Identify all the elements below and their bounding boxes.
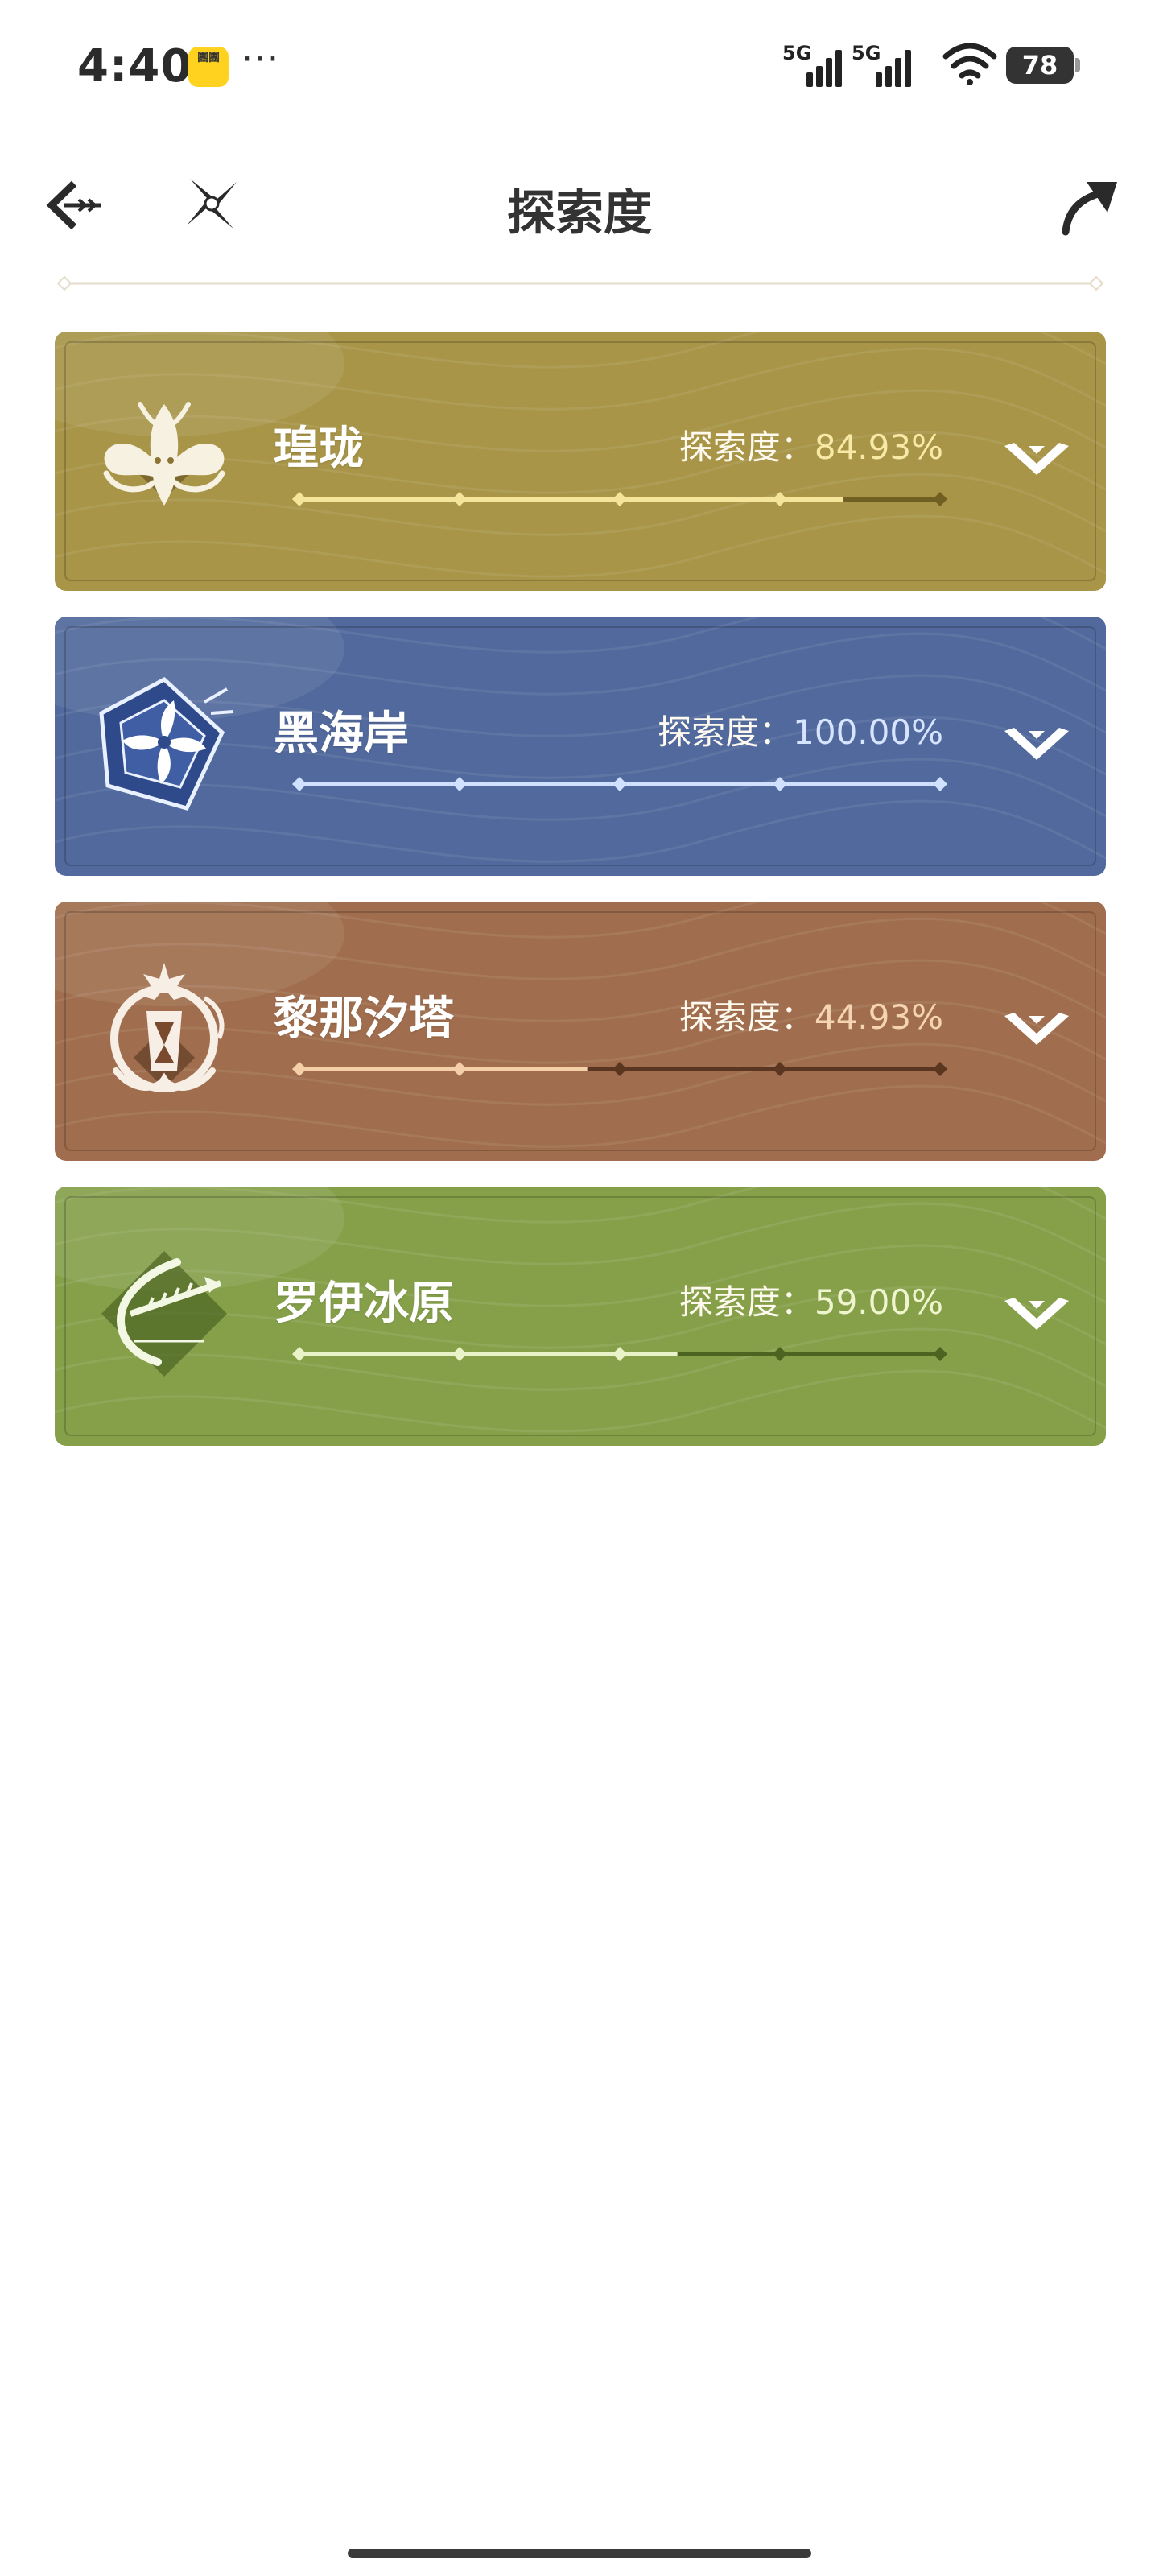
exploration-value: 44.93% (814, 997, 943, 1037)
page-title: 探索度 (507, 185, 652, 242)
region-card-black-shores[interactable]: 黑海岸 探索度：100.00% (55, 617, 1106, 876)
chevron-down-icon[interactable] (1000, 998, 1074, 1063)
exploration-label: 探索度： (678, 1282, 815, 1322)
header-divider (56, 275, 1104, 291)
progress-milestone-marker (452, 492, 467, 506)
chevron-down-icon[interactable] (1000, 713, 1074, 778)
exploration-value: 100.00% (793, 712, 943, 752)
status-time: 4:40 (77, 40, 193, 93)
progress-milestone-marker (292, 1062, 307, 1076)
region-card-rinascita[interactable]: 黎那汐塔 探索度：44.93% (55, 902, 1106, 1161)
chevron-down-icon[interactable] (1000, 1283, 1074, 1348)
page-header: 探索度 (0, 145, 1159, 266)
exploration-label: 探索度： (658, 712, 794, 752)
exploration-percent: 探索度：100.00% (658, 705, 943, 754)
progress-milestone-marker (933, 777, 947, 791)
more-notifications-icon: ··· (241, 39, 280, 80)
exploration-progress-bar (292, 492, 947, 506)
progress-milestone-marker (773, 1347, 787, 1361)
progress-milestone-marker (612, 1347, 627, 1361)
progress-milestone-marker (773, 777, 787, 791)
exploration-progress-bar (292, 1347, 947, 1361)
progress-milestone-marker (933, 1062, 947, 1076)
region-name: 罗伊冰原 (274, 1278, 454, 1330)
dragon-emblem-icon (103, 402, 225, 506)
exploration-label: 探索度： (678, 427, 815, 467)
progress-milestone-marker (612, 777, 627, 791)
lantern-emblem-icon (110, 963, 225, 1092)
progress-milestone-marker (452, 777, 467, 791)
region-name: 黑海岸 (274, 708, 409, 760)
share-icon[interactable] (1054, 169, 1127, 242)
exploration-label: 探索度： (678, 997, 815, 1037)
chevron-down-icon[interactable] (1000, 428, 1074, 493)
progress-milestone-marker (933, 492, 947, 506)
exploration-percent: 探索度：59.00% (679, 1275, 943, 1324)
progress-milestone-marker (773, 1062, 787, 1076)
progress-milestone-marker (452, 1347, 467, 1361)
progress-milestone-marker (612, 1062, 627, 1076)
region-name: 黎那汐塔 (274, 993, 454, 1045)
wifi-icon (942, 43, 997, 85)
progress-milestone-marker (933, 1347, 947, 1361)
progress-milestone-marker (292, 777, 307, 791)
exploration-percent: 探索度：44.93% (679, 990, 943, 1039)
progress-milestone-marker (612, 492, 627, 506)
star-flower-emblem-icon (99, 676, 234, 811)
status-bar: 4:40 團團 ··· 5G 5G 78 (0, 0, 1159, 129)
exploration-percent: 探索度：84.93% (679, 420, 943, 469)
exploration-progress-bar (292, 1062, 947, 1076)
signal-icon-2: 5G (852, 42, 916, 87)
region-name: 瑝珑 (274, 423, 364, 475)
progress-milestone-marker (773, 492, 787, 506)
progress-milestone-marker (292, 492, 307, 506)
signal-icon: 5G (782, 42, 847, 87)
battery-tip (1075, 58, 1080, 72)
home-indicator[interactable] (348, 2549, 811, 2558)
app-notification-icon: 團團 (188, 47, 229, 87)
battery-indicator: 78 (1006, 47, 1074, 84)
progress-milestone-marker (452, 1062, 467, 1076)
ice-arrow-emblem-icon (101, 1251, 227, 1377)
exploration-progress-bar (292, 777, 947, 791)
exploration-value: 84.93% (814, 427, 943, 467)
region-card-roya-frostlands[interactable]: 罗伊冰原 探索度：59.00% (55, 1187, 1106, 1446)
region-card-huanglong[interactable]: 瑝珑 探索度：84.93% (55, 332, 1106, 591)
progress-milestone-marker (292, 1347, 307, 1361)
exploration-value: 59.00% (814, 1282, 943, 1322)
